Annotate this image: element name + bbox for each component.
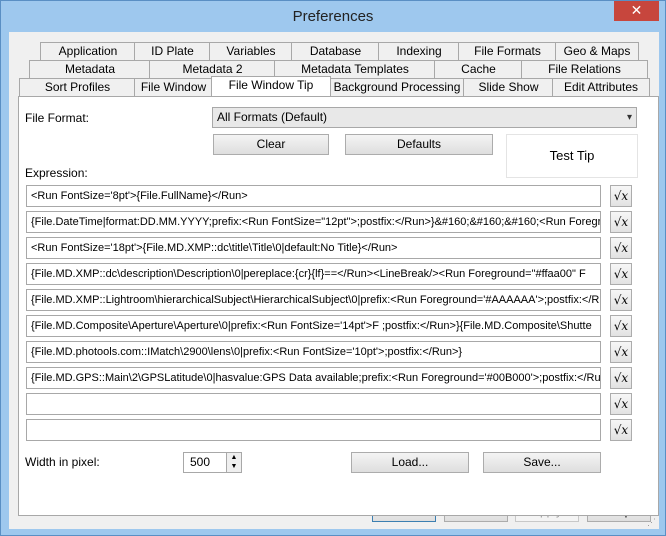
tab-file-relations[interactable]: File Relations	[521, 60, 648, 78]
expression-field-5[interactable]: {File.MD.XMP::Lightroom\hierarchicalSubj…	[26, 289, 601, 311]
width-value: 500	[190, 455, 211, 469]
title-bar[interactable]: Preferences ✕	[1, 1, 665, 32]
file-format-label: File Format:	[25, 111, 90, 125]
resize-grip-icon[interactable]: ⋰	[647, 517, 657, 527]
tab-sort-profiles[interactable]: Sort Profiles	[19, 78, 136, 96]
tab-id-plate[interactable]: ID Plate	[134, 42, 211, 60]
expression-label: Expression:	[25, 166, 88, 180]
expression-field-1[interactable]: <Run FontSize='8pt'>{File.FullName}</Run…	[26, 185, 601, 207]
tab-variables[interactable]: Variables	[209, 42, 293, 60]
function-sqrt-icon[interactable]: √x	[610, 185, 632, 207]
tab-file-formats[interactable]: File Formats	[458, 42, 557, 60]
window-title: Preferences	[292, 8, 374, 25]
spin-down-icon[interactable]: ▼	[226, 462, 241, 472]
dialog-body: Application ID Plate Variables Database …	[9, 32, 659, 529]
width-label: Width in pixel:	[25, 455, 100, 469]
function-sqrt-icon[interactable]: √x	[610, 393, 632, 415]
close-button[interactable]: ✕	[614, 1, 659, 21]
function-sqrt-icon[interactable]: √x	[610, 341, 632, 363]
chevron-down-icon: ▾	[626, 112, 632, 123]
expression-field-9[interactable]	[26, 393, 601, 415]
width-spinner[interactable]: 500 ▲ ▼	[183, 452, 242, 473]
tab-database[interactable]: Database	[291, 42, 380, 60]
function-sqrt-icon[interactable]: √x	[610, 315, 632, 337]
file-format-select[interactable]: All Formats (Default) ▾	[212, 107, 637, 128]
expression-field-10[interactable]	[26, 419, 601, 441]
save-button[interactable]: Save...	[483, 452, 601, 473]
tab-slide-show[interactable]: Slide Show	[463, 78, 554, 96]
function-sqrt-icon[interactable]: √x	[610, 237, 632, 259]
function-sqrt-icon[interactable]: √x	[610, 289, 632, 311]
expression-field-6[interactable]: {File.MD.Composite\Aperture\Aperture\0|p…	[26, 315, 601, 337]
tab-geo-maps[interactable]: Geo & Maps	[555, 42, 639, 60]
function-sqrt-icon[interactable]: √x	[610, 367, 632, 389]
tab-metadata[interactable]: Metadata	[29, 60, 151, 78]
expression-field-2[interactable]: {File.DateTime|format:DD.MM.YYYY;prefix:…	[26, 211, 601, 233]
tab-background-processing[interactable]: Background Processing	[329, 78, 465, 96]
expression-field-3[interactable]: <Run FontSize='18pt'>{File.MD.XMP::dc\ti…	[26, 237, 601, 259]
function-sqrt-icon[interactable]: √x	[610, 263, 632, 285]
file-window-tip-panel: File Format: All Formats (Default) ▾ Cle…	[18, 96, 659, 516]
expression-field-7[interactable]: {File.MD.photools.com::IMatch\2900\lens\…	[26, 341, 601, 363]
tab-cache[interactable]: Cache	[434, 60, 523, 78]
expression-field-8[interactable]: {File.MD.GPS::Main\2\GPSLatitude\0|hasva…	[26, 367, 601, 389]
expression-field-4[interactable]: {File.MD.XMP::dc\description\Description…	[26, 263, 601, 285]
tab-application[interactable]: Application	[40, 42, 136, 60]
function-sqrt-icon[interactable]: √x	[610, 419, 632, 441]
tab-file-window[interactable]: File Window	[134, 78, 213, 96]
defaults-button[interactable]: Defaults	[345, 134, 493, 155]
function-sqrt-icon[interactable]: √x	[610, 211, 632, 233]
tab-edit-attributes[interactable]: Edit Attributes	[552, 78, 650, 96]
load-button[interactable]: Load...	[351, 452, 469, 473]
clear-button[interactable]: Clear	[213, 134, 329, 155]
close-icon: ✕	[630, 2, 643, 18]
preferences-window: Preferences ✕ Application ID Plate Varia…	[0, 0, 666, 536]
file-format-value: All Formats (Default)	[217, 110, 328, 124]
tab-file-window-tip[interactable]: File Window Tip	[211, 76, 331, 96]
tab-indexing[interactable]: Indexing	[378, 42, 460, 60]
test-tip-preview: Test Tip	[506, 134, 638, 178]
